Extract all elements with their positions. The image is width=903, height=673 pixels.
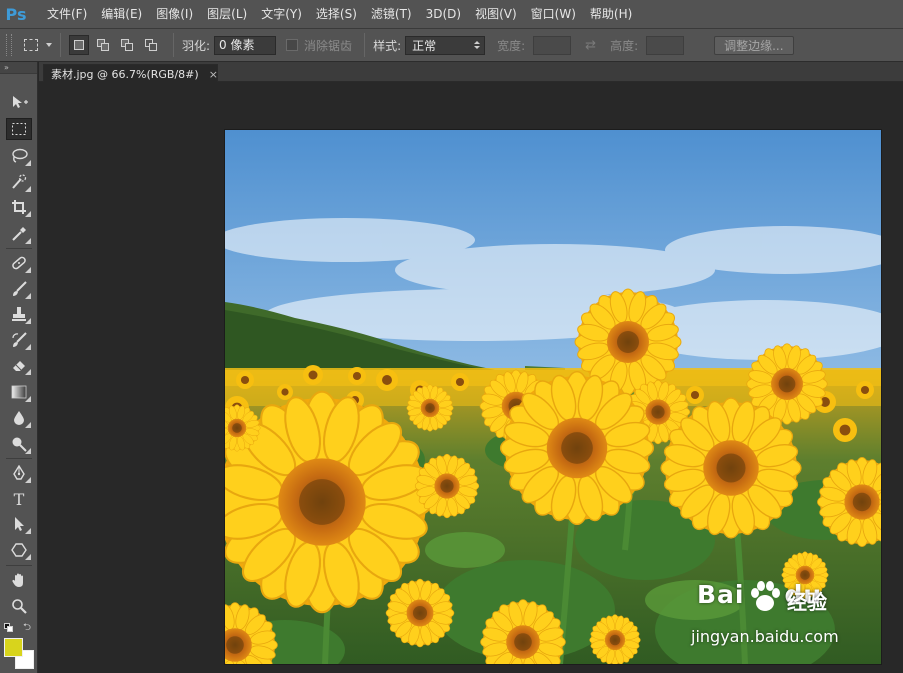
- menu-view[interactable]: 视图(V): [468, 0, 524, 29]
- subtract-from-selection-button[interactable]: [117, 35, 137, 55]
- hand-tool[interactable]: [6, 569, 32, 591]
- rectangular-marquee-tool[interactable]: [6, 118, 32, 140]
- menu-select[interactable]: 选择(S): [309, 0, 364, 29]
- rectangular-marquee-icon: [24, 39, 38, 51]
- antialias-label: 消除锯齿: [304, 38, 353, 53]
- foreground-color-swatch[interactable]: [4, 638, 23, 657]
- crop-tool[interactable]: [6, 196, 32, 218]
- watermark-url: jingyan.baidu.com: [691, 627, 839, 646]
- hand-icon: [12, 573, 23, 587]
- intersect-with-selection-icon: [144, 39, 158, 51]
- subtract-from-selection-icon: [120, 39, 134, 51]
- quick-selection-tool[interactable]: [6, 171, 32, 193]
- move-tool[interactable]: [6, 91, 32, 113]
- menu-3d[interactable]: 3D(D): [419, 0, 468, 29]
- document-tab[interactable]: 素材.jpg @ 66.7%(RGB/8#) ×: [43, 64, 218, 83]
- tools-panel: » T ⮌: [0, 62, 38, 673]
- brush-tool[interactable]: [6, 278, 32, 300]
- style-label: 样式:: [373, 38, 402, 53]
- swap-dimensions-icon[interactable]: ⇄: [585, 38, 596, 53]
- droplet-icon: [14, 411, 24, 425]
- style-select[interactable]: 正常: [405, 35, 486, 55]
- canvas-area[interactable]: Bai du 经验 jingyan.baidu.com: [39, 82, 903, 673]
- blur-tool[interactable]: [6, 407, 32, 429]
- menu-bar: Ps 文件(F) 编辑(E) 图像(I) 图层(L) 文字(Y) 选择(S) 滤…: [0, 0, 903, 29]
- width-input[interactable]: [533, 35, 572, 55]
- divider: [364, 33, 366, 57]
- options-bar: 羽化: 0 像素 消除锯齿 样式: 正常 宽度: ⇄ 高度: 调整边缘...: [0, 29, 903, 62]
- refine-edge-button[interactable]: 调整边缘...: [714, 35, 794, 55]
- new-selection-button[interactable]: [69, 35, 89, 55]
- menu-type[interactable]: 文字(Y): [254, 0, 309, 29]
- close-icon[interactable]: ×: [209, 68, 218, 81]
- add-to-selection-icon: [96, 39, 110, 51]
- options-bar-grip[interactable]: [6, 34, 12, 56]
- feather-input[interactable]: 0 像素: [214, 35, 277, 55]
- shape-tool[interactable]: [6, 539, 32, 561]
- menu-help[interactable]: 帮助(H): [583, 0, 639, 29]
- new-selection-icon: [74, 40, 84, 50]
- menu-layer[interactable]: 图层(L): [200, 0, 254, 29]
- paw-icon: [751, 581, 780, 611]
- watermark-cn-label: 经验: [787, 590, 827, 614]
- menu-window[interactable]: 窗口(W): [524, 0, 583, 29]
- document-tab-title: 素材.jpg @ 66.7%(RGB/8#): [51, 68, 199, 81]
- magnifier-icon: [12, 599, 27, 614]
- path-selection-tool[interactable]: [6, 513, 32, 535]
- history-brush-tool[interactable]: [6, 329, 32, 351]
- marquee-icon: [12, 123, 26, 135]
- chevron-down-icon: [46, 43, 52, 47]
- style-select-value: 正常: [412, 38, 437, 53]
- menu-filter[interactable]: 滤镜(T): [364, 0, 419, 29]
- height-label: 高度:: [610, 38, 639, 53]
- divider: [173, 33, 174, 57]
- width-label: 宽度:: [497, 38, 526, 53]
- zoom-tool[interactable]: [6, 595, 32, 617]
- height-input[interactable]: [646, 35, 685, 55]
- move-icon: [13, 96, 28, 108]
- document-tab-bar: 素材.jpg @ 66.7%(RGB/8#) ×: [39, 62, 903, 83]
- eyedropper-tool[interactable]: [6, 223, 32, 245]
- menu-image[interactable]: 图像(I): [149, 0, 200, 29]
- menu-edit[interactable]: 编辑(E): [94, 0, 149, 29]
- lasso-tool[interactable]: [6, 145, 32, 167]
- watermark: Bai du 经验 jingyan.baidu.com: [691, 575, 877, 655]
- select-arrows-icon: [474, 41, 481, 49]
- type-tool[interactable]: T: [6, 488, 32, 510]
- default-colors-icon[interactable]: [4, 623, 14, 633]
- menu-file[interactable]: 文件(F): [40, 0, 94, 29]
- swap-colors-icon[interactable]: ⮌: [23, 620, 31, 637]
- intersect-with-selection-button[interactable]: [141, 35, 161, 55]
- divider: [60, 33, 61, 57]
- photoshop-logo: Ps: [5, 4, 27, 24]
- photoshop-window: Ps 文件(F) 编辑(E) 图像(I) 图层(L) 文字(Y) 选择(S) 滤…: [0, 0, 903, 673]
- gradient-tool[interactable]: [6, 381, 32, 403]
- tool-preset-picker[interactable]: [24, 39, 52, 51]
- tools-panel-collapse[interactable]: »: [0, 62, 37, 74]
- feather-label: 羽化:: [182, 38, 211, 53]
- clone-stamp-tool[interactable]: [6, 303, 32, 325]
- antialias-checkbox[interactable]: [286, 39, 299, 51]
- eraser-tool[interactable]: [6, 354, 32, 376]
- dodge-tool[interactable]: [6, 433, 32, 455]
- pen-tool[interactable]: [6, 462, 32, 484]
- add-to-selection-button[interactable]: [93, 35, 113, 55]
- spot-healing-brush-tool[interactable]: [6, 252, 32, 274]
